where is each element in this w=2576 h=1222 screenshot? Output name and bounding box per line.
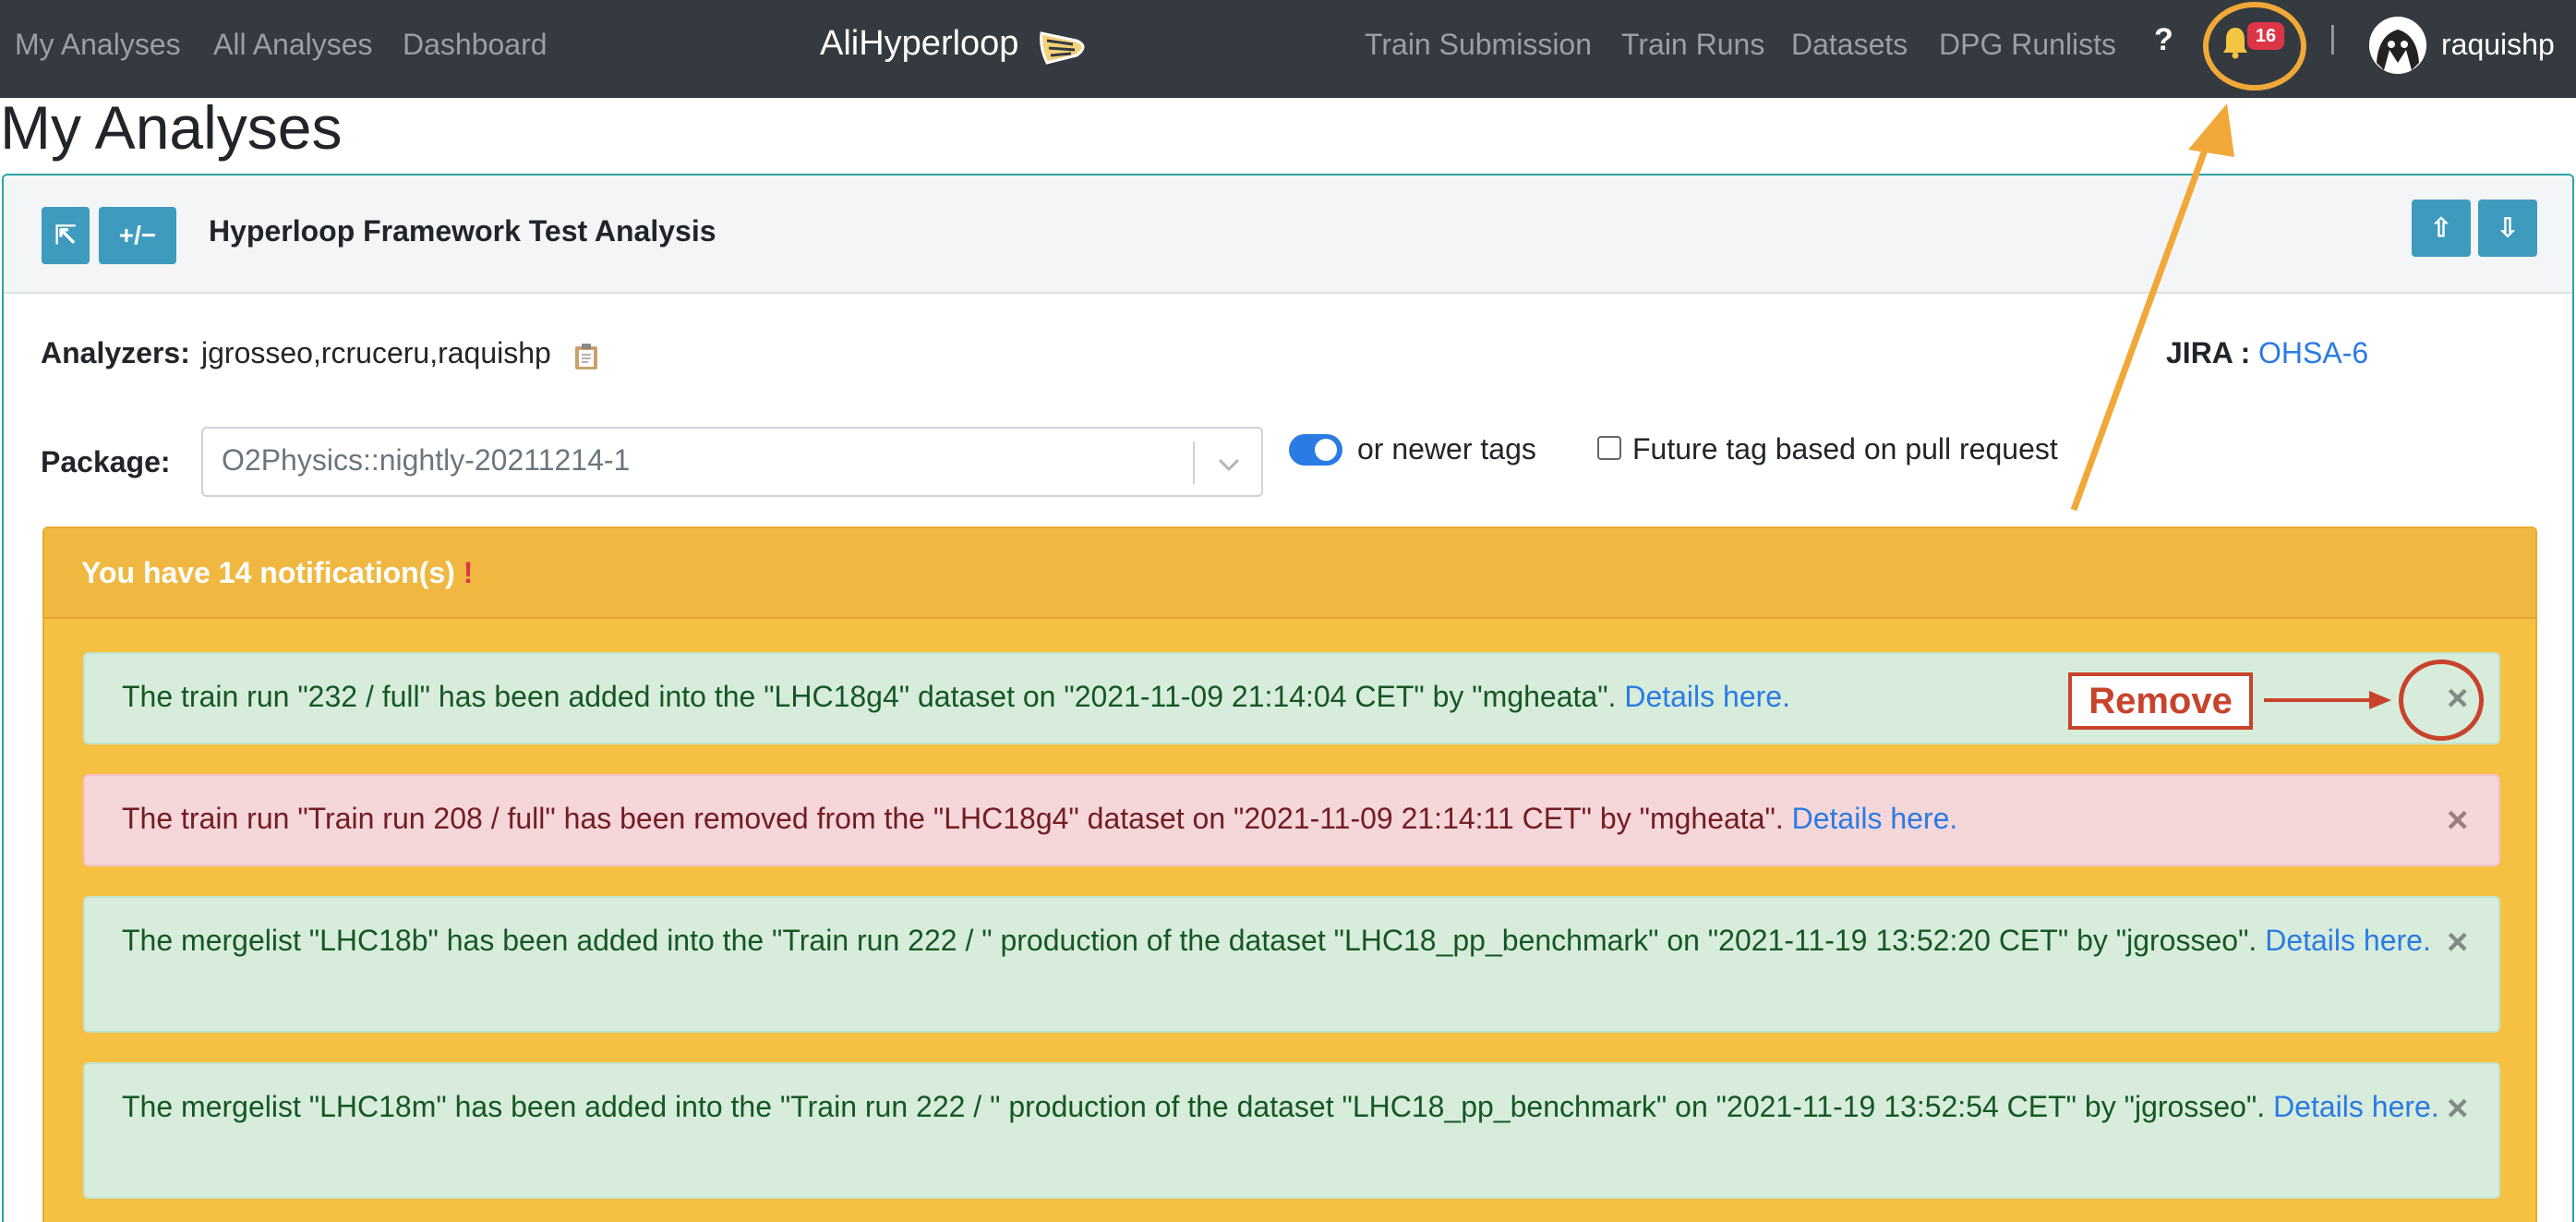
nav-divider: | <box>2329 20 2337 55</box>
move-down-button[interactable]: ⇩ <box>2478 200 2537 257</box>
notification-highlight-circle <box>2203 2 2306 91</box>
chevron-down-icon <box>1218 458 1240 472</box>
nav-train-submission[interactable]: Train Submission <box>1365 24 1592 65</box>
package-select-value: O2Physics::nightly-20211214-1 <box>222 443 631 477</box>
notifications-title: You have 14 notification(s) ! <box>81 556 473 590</box>
avatar[interactable] <box>2369 17 2426 74</box>
analysis-card-header: ⇱ +/− Hyperloop Framework Test Analysis … <box>4 175 2572 294</box>
brand-title[interactable]: AliHyperloop <box>820 20 1018 67</box>
notification-text: The mergelist "LHC18m" has been added in… <box>122 1084 2458 1129</box>
nav-dpg-runlists[interactable]: DPG Runlists <box>1939 24 2116 65</box>
newer-tags-toggle[interactable] <box>1289 434 1342 466</box>
details-link[interactable]: Details here. <box>1624 680 1790 713</box>
notification-message: The mergelist "LHC18m" has been added in… <box>122 1090 2266 1123</box>
jira-link[interactable]: OHSA-6 <box>2258 336 2368 370</box>
nav-datasets[interactable]: Datasets <box>1791 24 1908 65</box>
toggle-knob <box>1315 439 1337 461</box>
move-up-button[interactable]: ⇧ <box>2412 200 2471 257</box>
user-avatar-icon <box>2369 17 2426 74</box>
details-link[interactable]: Details here. <box>2273 1090 2439 1123</box>
details-link[interactable]: Details here. <box>1792 802 1958 835</box>
nav-my-analyses[interactable]: My Analyses <box>15 24 181 65</box>
package-select[interactable]: O2Physics::nightly-20211214-1 <box>201 427 1263 497</box>
bell-arrow-head <box>2188 103 2234 157</box>
package-label: Package: <box>41 445 171 478</box>
analysis-title: Hyperloop Framework Test Analysis <box>209 214 716 248</box>
clipboard-icon[interactable] <box>572 342 600 371</box>
notification-text: The mergelist "LHC18b" has been added in… <box>122 918 2458 962</box>
future-tag-checkbox[interactable] <box>1597 436 1621 460</box>
close-icon[interactable]: × <box>2447 924 2468 961</box>
details-link[interactable]: Details here. <box>2265 924 2431 957</box>
notifications-header: You have 14 notification(s) ! <box>44 528 2535 619</box>
analyzers-list: jgrosseo,rcruceru,raquishp <box>201 336 551 369</box>
exclamation-icon: ! <box>463 556 474 589</box>
notification-message: The train run "232 / full" has been adde… <box>122 680 1617 713</box>
jira-label: JIRA : <box>2166 336 2251 369</box>
help-icon[interactable]: ? <box>2154 22 2173 58</box>
close-icon[interactable]: × <box>2447 1090 2468 1127</box>
notification-text: The train run "Train run 208 / full" has… <box>122 796 2458 841</box>
remove-highlight-circle <box>2399 659 2484 741</box>
notification-message: The mergelist "LHC18b" has been added in… <box>122 924 2257 957</box>
notification-item: The train run "Train run 208 / full" has… <box>83 774 2500 866</box>
newer-tags-label: or newer tags <box>1357 432 1536 466</box>
nav-train-runs[interactable]: Train Runs <box>1621 24 1764 65</box>
collapse-button[interactable]: ⇱ <box>42 207 90 264</box>
remove-annotation-label: Remove <box>2068 672 2253 730</box>
expand-toggle-button[interactable]: +/− <box>99 207 176 264</box>
notifications-count-text: You have 14 notification(s) <box>81 556 455 589</box>
page-title: My Analyses <box>0 93 343 162</box>
notification-message: The train run "Train run 208 / full" has… <box>122 802 1784 835</box>
notifications-panel: You have 14 notification(s) ! The train … <box>42 526 2537 1222</box>
close-icon[interactable]: × <box>2447 802 2468 839</box>
select-separator <box>1193 442 1195 484</box>
notification-item: The mergelist "LHC18b" has been added in… <box>83 896 2500 1033</box>
username[interactable]: raquishp <box>2441 24 2555 65</box>
hyperloop-logo-icon <box>1040 31 1085 65</box>
top-navbar: My Analyses All Analyses Dashboard AliHy… <box>0 0 2576 98</box>
future-tag-label: Future tag based on pull request <box>1632 432 2058 466</box>
analyzers-label: Analyzers: <box>41 336 190 369</box>
nav-all-analyses[interactable]: All Analyses <box>213 24 373 65</box>
nav-dashboard[interactable]: Dashboard <box>403 24 548 65</box>
notification-item: The mergelist "LHC18m" has been added in… <box>83 1062 2500 1199</box>
